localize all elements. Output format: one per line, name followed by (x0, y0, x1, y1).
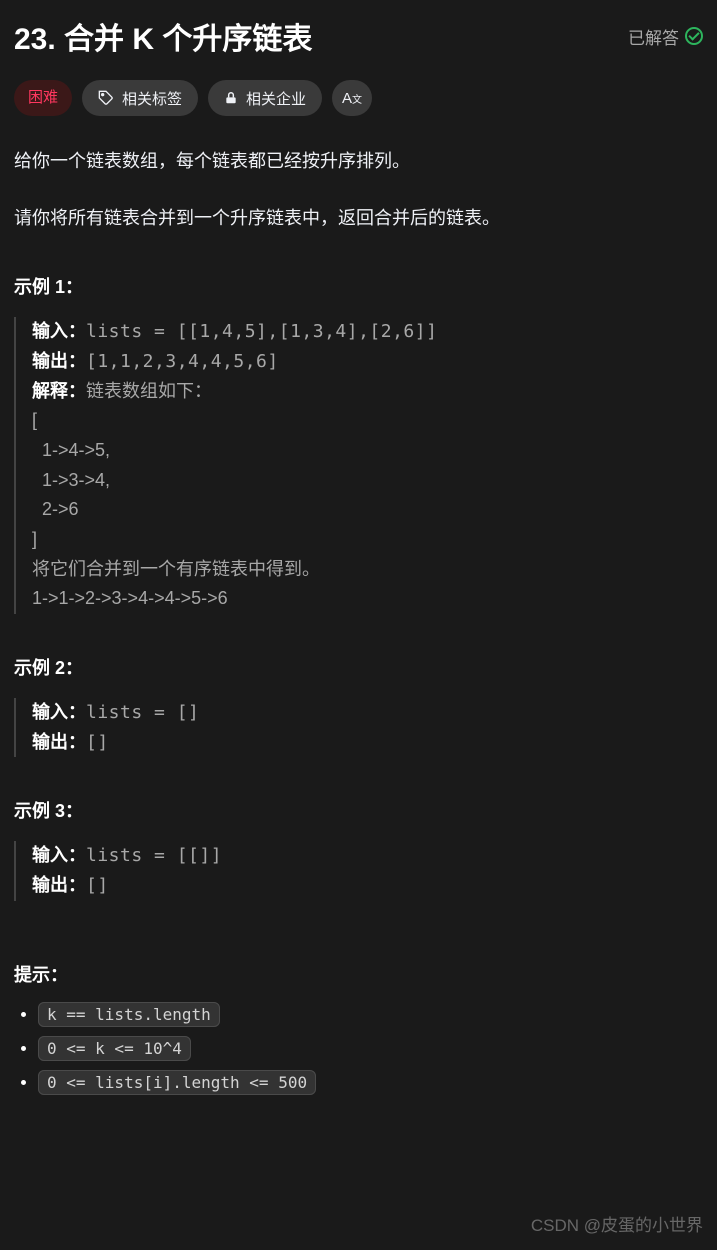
related-tags-button[interactable]: 相关标签 (82, 80, 198, 116)
output-label: 输出： (32, 732, 86, 752)
input-value: lists = [] (86, 702, 199, 723)
list-item: 0 <= lists[i].length <= 500 (38, 1073, 703, 1093)
related-tags-label: 相关标签 (122, 88, 182, 109)
input-label: 输入： (32, 702, 86, 722)
constraints-section: 提示： k == lists.length 0 <= k <= 10^4 0 <… (14, 961, 703, 1093)
example-row: 输出：[] (32, 728, 703, 758)
input-label: 输入： (32, 845, 86, 865)
problem-header: 23. 合并 K 个升序链表 已解答 (14, 14, 703, 58)
problem-description: 给你一个链表数组，每个链表都已经按升序排列。 请你将所有链表合并到一个升序链表中… (14, 146, 703, 233)
example-row: 解释：链表数组如下： [ 1->4->5, 1->3->4, 2->6 ] 将它… (32, 377, 703, 615)
example-row: 输出：[] (32, 871, 703, 901)
input-label: 输入： (32, 321, 86, 341)
example-title: 示例 3： (14, 797, 703, 823)
example-block: 输入：lists = [[1,4,5],[1,3,4],[2,6]] 输出：[1… (14, 317, 703, 614)
example-title: 示例 2： (14, 654, 703, 680)
related-companies-button[interactable]: 相关企业 (208, 80, 322, 116)
output-value: [1,1,2,3,4,4,5,6] (86, 351, 279, 372)
watermark: CSDN @皮蛋的小世界 (531, 1211, 703, 1236)
related-companies-label: 相关企业 (246, 88, 306, 109)
description-paragraph: 给你一个链表数组，每个链表都已经按升序排列。 (14, 146, 703, 177)
explain-value: 链表数组如下： [ 1->4->5, 1->3->4, 2->6 ] 将它们合并… (32, 381, 320, 609)
constraint-code: k == lists.length (38, 1002, 220, 1027)
example-row: 输入：lists = [[1,4,5],[1,3,4],[2,6]] (32, 317, 703, 347)
problem-title: 23. 合并 K 个升序链表 (14, 14, 312, 58)
input-value: lists = [[]] (86, 845, 222, 866)
constraints-title: 提示： (14, 961, 703, 987)
output-value: [] (86, 732, 109, 753)
tags-row: 困难 相关标签 相关企业 A文 (14, 80, 703, 116)
solved-label: 已解答 (628, 24, 679, 49)
example-block: 输入：lists = [] 输出：[] (14, 698, 703, 757)
example-block: 输入：lists = [[]] 输出：[] (14, 841, 703, 900)
output-label: 输出： (32, 351, 86, 371)
output-label: 输出： (32, 875, 86, 895)
check-icon (685, 27, 703, 45)
constraint-list: k == lists.length 0 <= k <= 10^4 0 <= li… (14, 1005, 703, 1093)
solved-status: 已解答 (628, 24, 703, 49)
example-section: 示例 1： 输入：lists = [[1,4,5],[1,3,4],[2,6]]… (14, 273, 703, 901)
tag-icon (98, 90, 114, 106)
example-title: 示例 1： (14, 273, 703, 299)
example-row: 输入：lists = [[]] (32, 841, 703, 871)
explain-label: 解释： (32, 381, 86, 401)
input-value: lists = [[1,4,5],[1,3,4],[2,6]] (86, 321, 437, 342)
lock-icon (224, 91, 238, 105)
list-item: 0 <= k <= 10^4 (38, 1039, 703, 1059)
description-paragraph: 请你将所有链表合并到一个升序链表中，返回合并后的链表。 (14, 203, 703, 234)
output-value: [] (86, 875, 109, 896)
list-item: k == lists.length (38, 1005, 703, 1025)
constraint-code: 0 <= lists[i].length <= 500 (38, 1070, 316, 1095)
example-row: 输入：lists = [] (32, 698, 703, 728)
example-row: 输出：[1,1,2,3,4,4,5,6] (32, 347, 703, 377)
translate-button[interactable]: A文 (332, 80, 372, 116)
difficulty-badge[interactable]: 困难 (14, 80, 72, 116)
translate-icon: A文 (342, 90, 362, 107)
constraint-code: 0 <= k <= 10^4 (38, 1036, 191, 1061)
